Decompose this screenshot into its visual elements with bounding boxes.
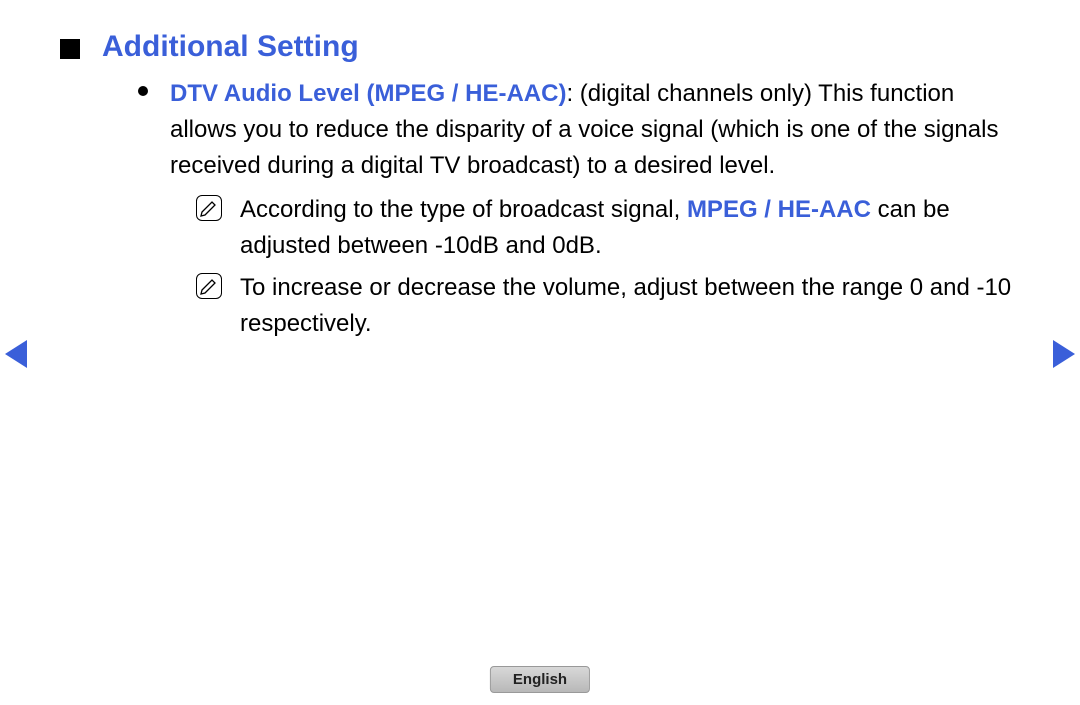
note-pre: According to the type of broadcast signa… [240,196,687,223]
arrow-right-icon [1053,340,1075,368]
setting-item: DTV Audio Level (MPEG / HE-AAC): (digita… [138,76,1020,184]
note-text: To increase or decrease the volume, adju… [240,270,1020,342]
note-pre: To increase or decrease the volume, adju… [240,274,1011,337]
square-bullet-icon [60,39,80,59]
note-icon [196,195,222,221]
heading-row: Additional Setting [60,30,1020,64]
language-badge[interactable]: English [490,666,590,693]
dot-bullet-icon [138,86,148,96]
setting-item-text: DTV Audio Level (MPEG / HE-AAC): (digita… [170,76,1020,184]
note-icon [196,273,222,299]
note-highlight: MPEG / HE-AAC [687,196,871,223]
setting-item-label: DTV Audio Level (MPEG / HE-AAC) [170,80,566,107]
nav-prev-button[interactable] [5,340,27,368]
arrow-left-icon [5,340,27,368]
note-row: To increase or decrease the volume, adju… [196,270,1020,342]
page-heading: Additional Setting [102,30,359,64]
note-text: According to the type of broadcast signa… [240,192,1020,264]
nav-next-button[interactable] [1053,340,1075,368]
note-row: According to the type of broadcast signa… [196,192,1020,264]
